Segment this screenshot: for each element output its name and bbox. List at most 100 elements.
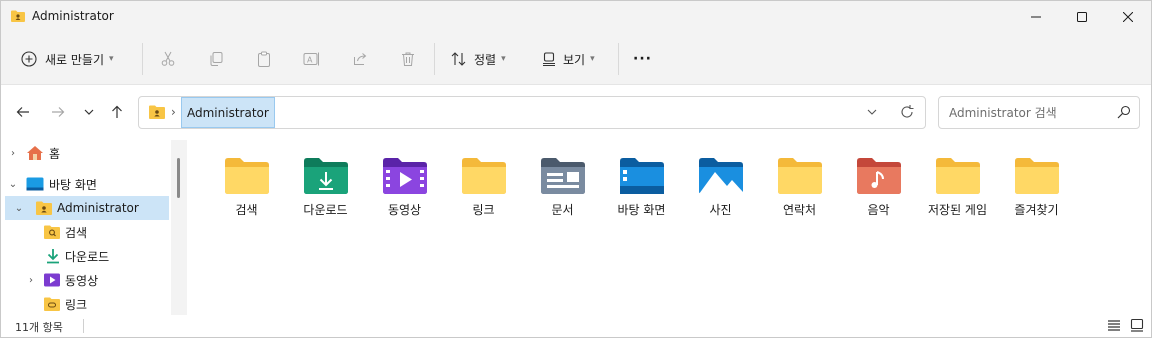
chevron-right-icon[interactable]: › xyxy=(7,148,19,159)
folder-label: 동영상 xyxy=(387,203,422,217)
forward-button[interactable] xyxy=(48,102,68,122)
refresh-button[interactable] xyxy=(899,104,915,123)
folder-label: 사진 xyxy=(709,203,732,217)
chevron-down-icon xyxy=(84,109,94,115)
sidebar-item-home[interactable]: › 홈 xyxy=(5,141,169,165)
user-folder-icon xyxy=(11,10,25,25)
more-icon: ··· xyxy=(633,51,652,67)
folder-tile[interactable]: 동영상 xyxy=(365,154,444,234)
folder-label: 링크 xyxy=(472,203,495,217)
item-count: 11개 항목 xyxy=(15,321,63,334)
sidebar-item-videos[interactable]: › 동영상 xyxy=(5,268,169,292)
delete-button[interactable] xyxy=(398,49,418,69)
details-view-icon xyxy=(1108,320,1120,331)
folder-label: 즐겨찾기 xyxy=(1014,203,1059,217)
sidebar-item-searches[interactable]: 검색 xyxy=(5,220,169,244)
sidebar-item-desktop[interactable]: ⌄ 바탕 화면 xyxy=(5,172,169,196)
chevron-right-icon: › xyxy=(171,105,176,119)
paste-icon xyxy=(258,51,270,67)
recent-locations-button[interactable] xyxy=(79,102,99,122)
sidebar-item-label: 동영상 xyxy=(65,273,99,288)
window-title: Administrator xyxy=(32,9,114,23)
maximize-button[interactable] xyxy=(1059,1,1105,33)
sidebar-item-label: 홈 xyxy=(49,146,61,161)
folder-tile[interactable]: 검색 xyxy=(207,154,286,234)
title-bar: Administrator xyxy=(1,1,1151,33)
cut-button[interactable] xyxy=(158,49,178,69)
sidebar-item-links[interactable]: 링크 xyxy=(5,292,169,316)
share-icon xyxy=(354,53,367,65)
toolbar-separator xyxy=(434,43,435,75)
status-bar: 11개 항목 xyxy=(1,315,1151,337)
status-divider xyxy=(83,319,84,333)
folder-tile[interactable]: 저장된 게임 xyxy=(918,154,997,234)
sort-button[interactable]: 정렬 ▾ xyxy=(450,45,506,73)
address-dropdown-button[interactable] xyxy=(867,105,877,119)
folder-tile[interactable]: 문서 xyxy=(523,154,602,234)
breadcrumb-item[interactable]: Administrator xyxy=(181,97,275,128)
view-button-label: 보기 xyxy=(563,52,586,67)
sidebar-item-label: 링크 xyxy=(65,297,88,312)
rename-button[interactable]: A xyxy=(302,49,322,69)
sidebar-item-label: 바탕 화면 xyxy=(49,177,97,192)
paste-button[interactable] xyxy=(254,49,274,69)
file-explorer-window: Administrator 새로 만들기 ▾ A 정렬 ▾ 보기 ▾ ··· ›… xyxy=(0,0,1152,338)
sidebar-item-administrator[interactable]: ⌄ Administrator xyxy=(5,196,169,220)
folder-label: 음악 xyxy=(867,203,890,217)
contacts-folder-icon xyxy=(776,154,824,198)
chevron-down-icon[interactable]: ⌄ xyxy=(13,203,25,214)
folder-label: 연락처 xyxy=(782,203,817,217)
command-bar: 새로 만들기 ▾ A 정렬 ▾ 보기 ▾ ··· xyxy=(1,33,1151,85)
trash-icon xyxy=(402,52,414,66)
plus-circle-icon xyxy=(21,51,37,67)
new-button[interactable]: 새로 만들기 ▾ xyxy=(21,45,114,73)
toolbar-separator xyxy=(142,43,143,75)
minimize-button[interactable] xyxy=(1013,1,1059,33)
user-folder-icon xyxy=(149,105,165,122)
home-icon xyxy=(26,145,44,161)
close-button[interactable] xyxy=(1105,1,1151,33)
videos-icon xyxy=(44,273,60,287)
arrow-up-icon xyxy=(112,105,122,118)
copy-button[interactable] xyxy=(206,49,226,69)
chevron-right-icon[interactable]: › xyxy=(25,275,37,286)
folder-tile[interactable]: 바탕 화면 xyxy=(602,154,681,234)
favorites-folder-icon xyxy=(1013,154,1061,198)
folder-label: 바탕 화면 xyxy=(617,203,666,217)
close-icon xyxy=(1123,12,1133,22)
large-icons-view-button[interactable] xyxy=(1130,318,1144,335)
svg-text:A: A xyxy=(307,56,313,65)
large-icons-view-icon xyxy=(1130,318,1144,332)
address-bar[interactable]: › Administrator xyxy=(138,96,926,129)
search-box[interactable] xyxy=(938,96,1140,129)
folder-tile[interactable]: 다운로드 xyxy=(286,154,365,234)
desktop-folder-icon xyxy=(618,154,666,198)
view-button[interactable]: 보기 ▾ xyxy=(541,45,595,73)
links-folder-icon xyxy=(44,297,60,311)
search-input[interactable] xyxy=(947,103,1107,123)
music-folder-icon xyxy=(855,154,903,198)
maximize-icon xyxy=(1077,12,1087,22)
chevron-down-icon[interactable]: ⌄ xyxy=(7,179,19,190)
folder-label: 저장된 게임 xyxy=(927,203,987,217)
downloads-folder-icon xyxy=(302,154,350,198)
share-button[interactable] xyxy=(350,49,370,69)
sidebar-scroll-thumb[interactable] xyxy=(177,158,180,198)
refresh-icon xyxy=(901,105,914,118)
folder-tile[interactable]: 즐겨찾기 xyxy=(997,154,1076,234)
folder-tile[interactable]: 사진 xyxy=(681,154,760,234)
folder-label: 다운로드 xyxy=(303,203,348,217)
more-options-button[interactable]: ··· xyxy=(633,45,652,73)
view-icon xyxy=(543,52,555,66)
sidebar-item-downloads[interactable]: 다운로드 xyxy=(5,244,169,268)
back-button[interactable] xyxy=(13,102,33,122)
sidebar-item-label: 검색 xyxy=(65,225,88,240)
folder-tile[interactable]: 연락처 xyxy=(760,154,839,234)
chevron-down-icon: ▾ xyxy=(109,54,114,64)
up-button[interactable] xyxy=(107,102,127,122)
sidebar-item-label: Administrator xyxy=(57,201,139,215)
folder-tile[interactable]: 음악 xyxy=(839,154,918,234)
folder-label: 문서 xyxy=(551,203,574,217)
folder-tile[interactable]: 링크 xyxy=(444,154,523,234)
details-view-button[interactable] xyxy=(1107,318,1121,335)
